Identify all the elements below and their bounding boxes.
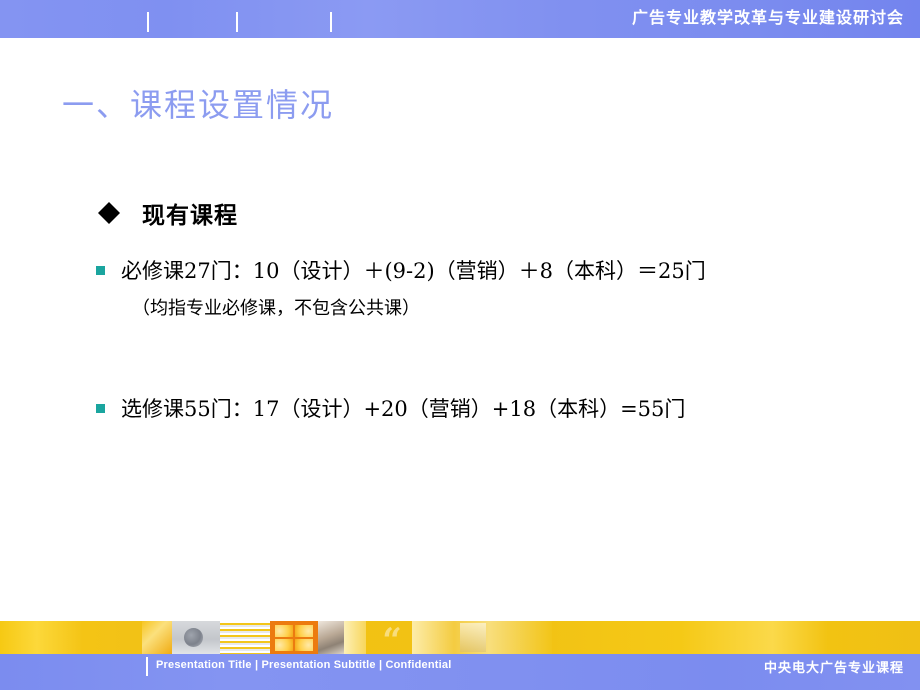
decor-faded-photo-image [412, 621, 552, 654]
header-title: 广告专业教学改革与专业建设研讨会 [631, 8, 904, 27]
square-bullet-icon [96, 266, 105, 275]
quote-mark-icon: “ [382, 621, 402, 654]
list-item: 必修课27门：10（设计）＋(9-2)（营销）＋8（本科）＝25门 [96, 256, 920, 286]
footer-right-text: 中央电大广告专业课程 [763, 661, 904, 676]
presentation-slide: 广告专业教学改革与专业建设研讨会 一、课程设置情况 现有课程 必修课27门：10… [0, 0, 920, 690]
diamond-bullet-icon [98, 191, 120, 224]
decor-striped-image [220, 621, 270, 654]
page-title: 一、课程设置情况 [62, 86, 335, 124]
header-tick-3 [330, 12, 332, 32]
decor-highlight-image [344, 621, 366, 654]
footer-divider [146, 657, 148, 676]
list-item-text: 选修课55门：17（设计）+20（营销）+18（本科）=55门 [121, 397, 686, 421]
decor-drape-image [142, 621, 172, 654]
decor-capsule-grid-image [270, 621, 318, 654]
decor-figure-image [318, 621, 344, 654]
list-item-text: 必修课27门：10（设计）＋(9-2)（营销）＋8（本科）＝25门 [121, 259, 706, 283]
section-heading-label: 现有课程 [142, 202, 238, 229]
header-underline [0, 38, 920, 41]
header-tick-1 [147, 12, 149, 32]
slide-content: 现有课程 必修课27门：10（设计）＋(9-2)（营销）＋8（本科）＝25门 （… [0, 196, 920, 424]
slide-header-band: 广告专业教学改革与专业建设研讨会 [0, 0, 920, 38]
footer-decorative-band: “ [0, 621, 920, 654]
list-item: 选修课55门：17（设计）+20（营销）+18（本科）=55门 [96, 394, 920, 424]
square-bullet-icon [96, 404, 105, 413]
header-tick-2 [236, 12, 238, 32]
list-item-note: （均指专业必修课，不包含公共课） [132, 298, 420, 319]
footer-left-text: Presentation Title | Presentation Subtit… [156, 659, 452, 671]
section-heading: 现有课程 [98, 196, 920, 230]
decor-disc-image [172, 621, 220, 654]
